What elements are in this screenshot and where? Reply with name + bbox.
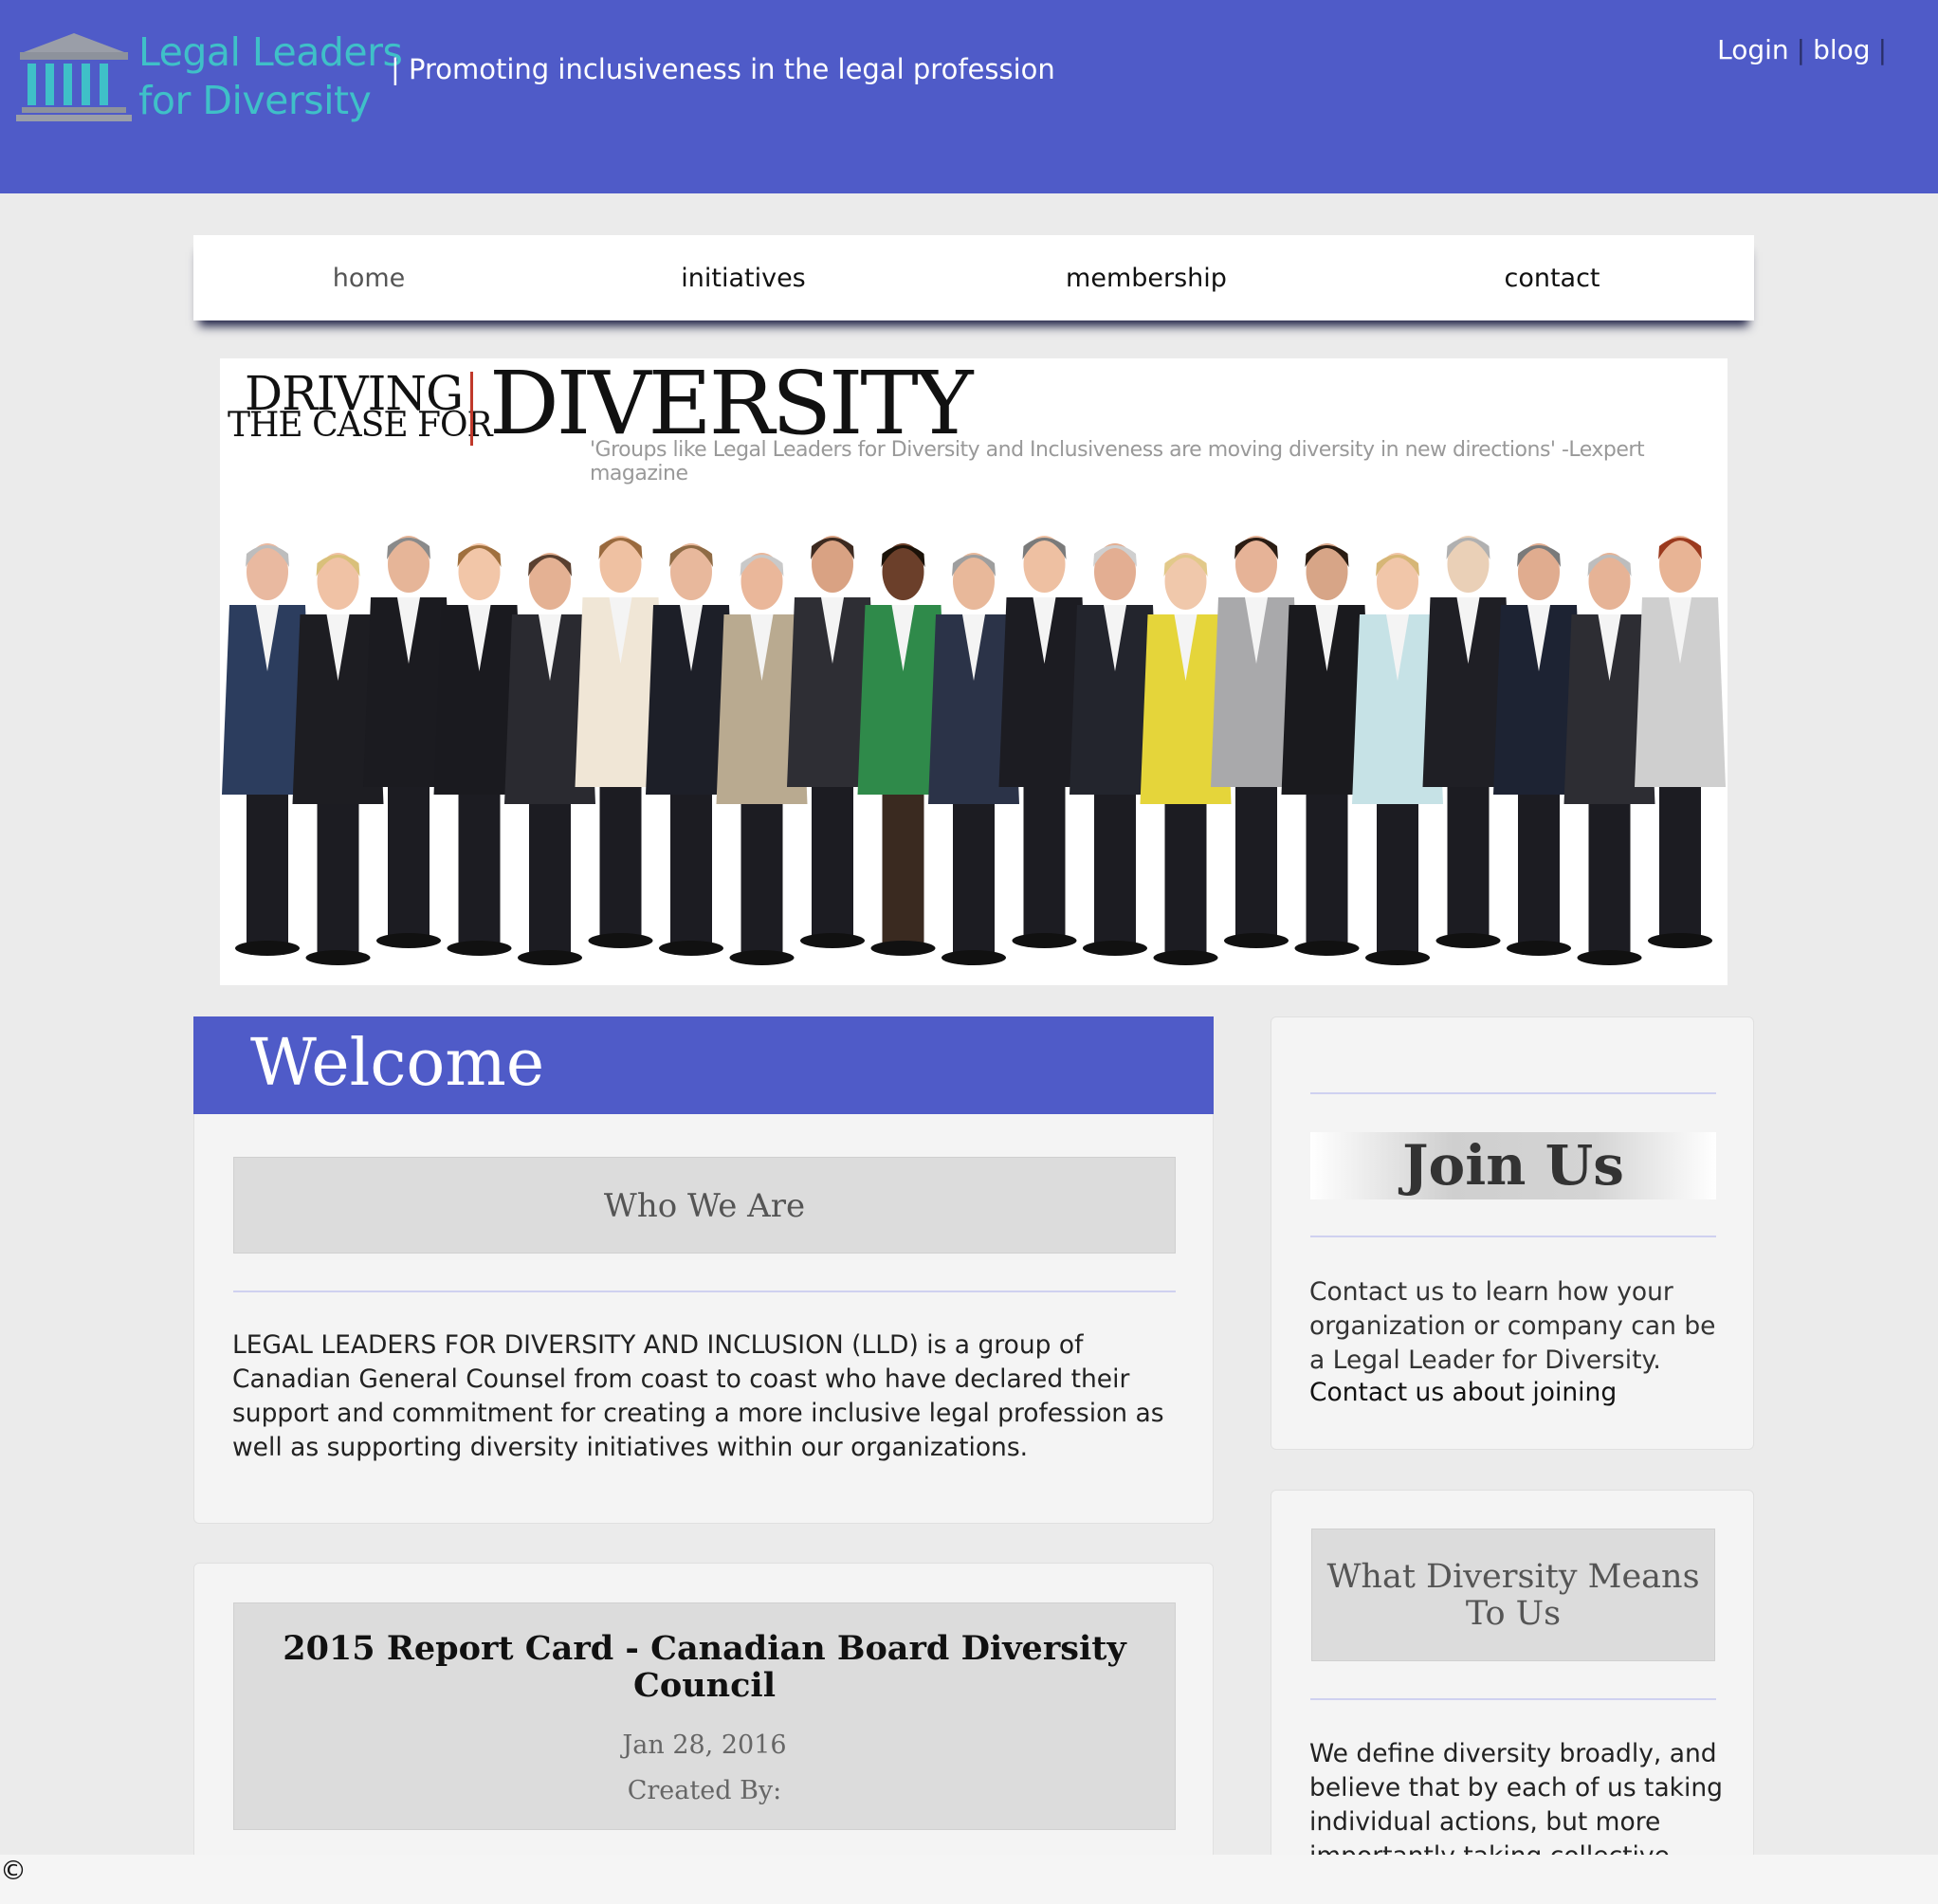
report-card-panel: 2015 Report Card - Canadian Board Divers…	[193, 1563, 1214, 1904]
diversity-means-text: We define diversity broadly, and believe…	[1309, 1739, 1724, 1871]
footer: ©	[0, 1855, 1938, 1904]
logo-wordmark[interactable]: Legal Leaders for Diversity	[138, 28, 403, 125]
who-we-are-text: LEGAL LEADERS FOR DIVERSITY AND INCLUSIO…	[232, 1330, 1164, 1462]
diversity-means-panel: What Diversity Means To Us We define div…	[1271, 1490, 1754, 1904]
divider	[1310, 1698, 1716, 1700]
top-links: Login | blog |	[1717, 34, 1894, 65]
main-nav: home initiatives membership contact	[193, 235, 1754, 320]
top-links-separator: |	[1796, 34, 1806, 65]
diversity-means-heading: What Diversity Means To Us	[1311, 1529, 1715, 1661]
nav-item-contact[interactable]: contact	[1350, 235, 1754, 320]
divider	[233, 1291, 1176, 1292]
person-figure	[1635, 536, 1726, 948]
blog-link[interactable]: blog	[1813, 34, 1870, 65]
nav-item-home[interactable]: home	[193, 235, 544, 320]
logo-line-2: for Diversity	[138, 78, 372, 123]
logo-line-1: Legal Leaders	[138, 29, 403, 75]
report-card-author: Created By:	[627, 1776, 782, 1805]
report-card-date: Jan 28, 2016	[622, 1730, 787, 1760]
login-link[interactable]: Login	[1717, 34, 1789, 65]
hero-banner: DRIVING THE CASE FOR DIVERSITY 'Groups l…	[220, 358, 1728, 985]
join-us-panel: Join Us Contact us to learn how your org…	[1271, 1016, 1754, 1450]
join-us-text: Contact us to learn how your organizatio…	[1309, 1277, 1716, 1375]
site-tagline: | Promoting inclusiveness in the legal p…	[391, 53, 1055, 85]
group-photo-illustration	[222, 536, 1726, 965]
banner-quote: 'Groups like Legal Leaders for Diversity…	[590, 438, 1645, 485]
report-card-title[interactable]: 2015 Report Card - Canadian Board Divers…	[263, 1630, 1146, 1704]
banner-red-divider	[470, 372, 473, 446]
nav-item-membership[interactable]: membership	[942, 235, 1350, 320]
courthouse-logo-icon[interactable]	[16, 31, 132, 122]
join-us-heading: Join Us	[1310, 1132, 1716, 1199]
copyright-text: ©	[0, 1855, 27, 1886]
contact-about-joining-link[interactable]: Contact us about joining	[1309, 1378, 1617, 1407]
who-we-are-heading: Who We Are	[233, 1157, 1176, 1254]
site-header: Legal Leaders for Diversity | Promoting …	[0, 0, 1938, 193]
divider	[1310, 1236, 1716, 1237]
welcome-title: Welcome	[250, 1026, 545, 1101]
who-we-are-panel: Who We Are LEGAL LEADERS FOR DIVERSITY A…	[193, 1114, 1214, 1524]
welcome-header: Welcome	[193, 1016, 1214, 1116]
nav-item-initiatives[interactable]: initiatives	[544, 235, 942, 320]
report-card-header: 2015 Report Card - Canadian Board Divers…	[233, 1602, 1176, 1830]
banner-the-case-for-text: THE CASE FOR	[228, 406, 493, 445]
top-links-separator: |	[1877, 34, 1887, 65]
divider	[1310, 1092, 1716, 1094]
